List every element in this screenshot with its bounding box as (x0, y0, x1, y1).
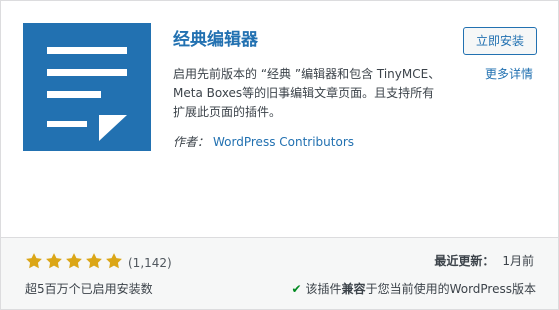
active-installs: 超5百万个已启用安装数 (25, 282, 153, 296)
more-details-link[interactable]: 更多详情 (485, 65, 533, 82)
compat-text-after: 于您当前使用的WordPress版本 (365, 282, 536, 296)
checkmark-icon: ✔ (291, 282, 302, 296)
star-filled-icon (66, 253, 82, 269)
star-filled-icon (106, 253, 122, 269)
star-filled-icon (46, 253, 62, 269)
last-updated: 最近更新： 1月前 (434, 252, 534, 269)
compat-text-bold: 兼容 (341, 282, 366, 296)
compatibility-notice: ✔ 该插件兼容于您当前使用的WordPress版本 (291, 280, 536, 297)
compat-text-before: 该插件 (305, 282, 342, 296)
install-now-button[interactable]: 立即安装 (463, 27, 537, 55)
plugin-description: 启用先前版本的 “经典 ”编辑器和包含 TinyMCE、Meta Boxes等的… (173, 67, 441, 119)
plugin-card-top: 经典编辑器 启用先前版本的 “经典 ”编辑器和包含 TinyMCE、Meta B… (1, 1, 558, 237)
last-updated-value: 1月前 (502, 254, 534, 268)
last-updated-label: 最近更新： (434, 254, 495, 268)
authors-link[interactable]: WordPress Contributors (213, 135, 354, 149)
plugin-name-link[interactable]: 经典编辑器 (173, 25, 258, 50)
plugin-authors: 作者： WordPress Contributors (173, 133, 354, 150)
authors-label: 作者： (173, 135, 210, 149)
rating-count: (1,142) (128, 256, 172, 270)
plugin-card-bottom: (1,142) 超5百万个已启用安装数 最近更新： 1月前 ✔ 该插件兼容于您当前使… (1, 237, 558, 309)
document-icon[interactable] (23, 23, 151, 151)
star-filled-icon (26, 253, 42, 269)
plugin-card: 经典编辑器 启用先前版本的 “经典 ”编辑器和包含 TinyMCE、Meta B… (0, 0, 559, 310)
star-rating (25, 252, 123, 270)
star-filled-icon (86, 253, 102, 269)
